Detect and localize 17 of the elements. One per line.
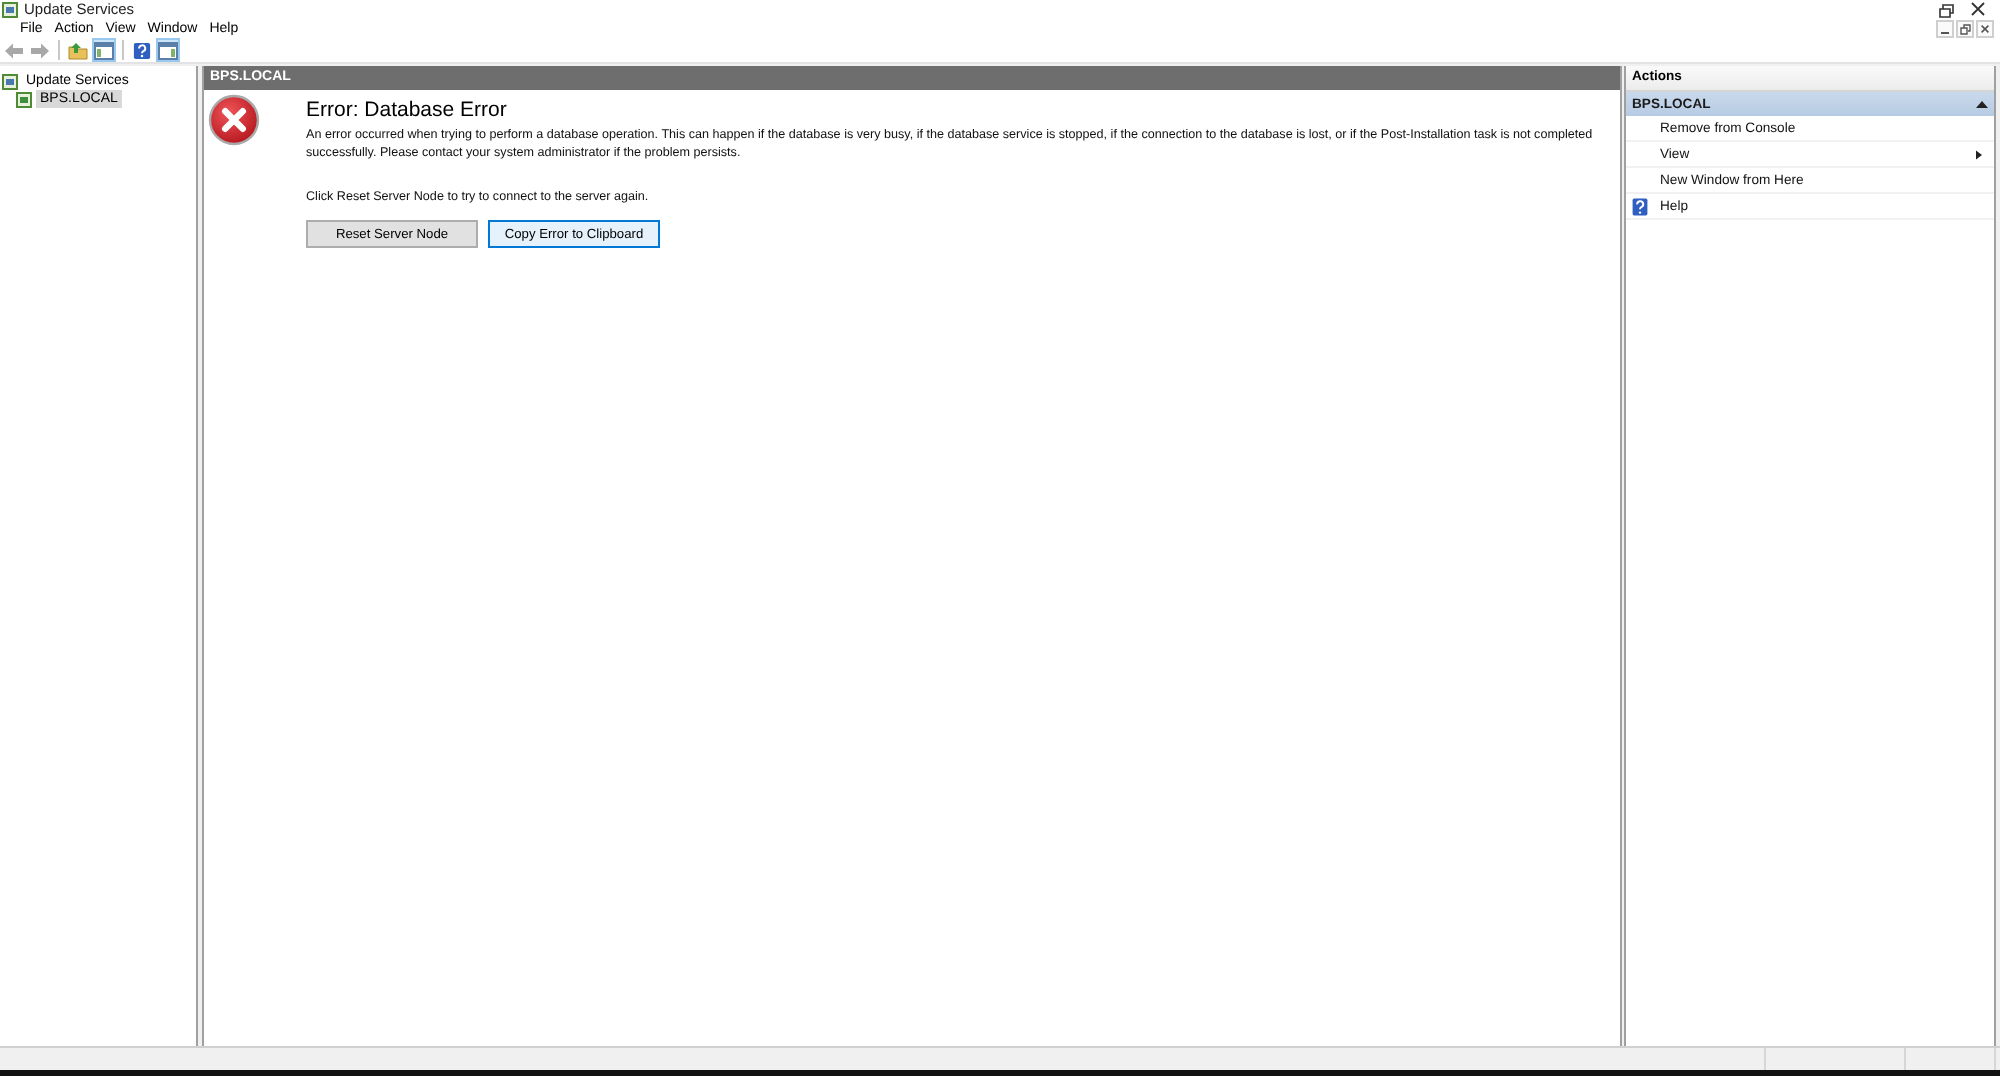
toolbar-button[interactable] (130, 38, 154, 62)
back-arrow-icon (4, 41, 24, 59)
submenu-arrow-icon (1976, 149, 1982, 159)
toolbar-button[interactable] (66, 38, 90, 62)
error-icon (208, 94, 260, 146)
restore-icon[interactable] (1936, 1, 1956, 17)
toolbar-button[interactable] (156, 38, 180, 62)
console-icon (2, 73, 18, 89)
close-icon[interactable] (1968, 1, 1988, 17)
forward-arrow-icon (30, 41, 50, 59)
toolbar-button[interactable] (92, 38, 116, 62)
app-icon (2, 1, 18, 17)
folder-up-icon (68, 41, 88, 59)
error-title: Error: Database Error (306, 98, 509, 124)
help-icon (1632, 197, 1648, 215)
server-icon (16, 91, 32, 107)
minimize-icon[interactable] (1936, 19, 1954, 37)
